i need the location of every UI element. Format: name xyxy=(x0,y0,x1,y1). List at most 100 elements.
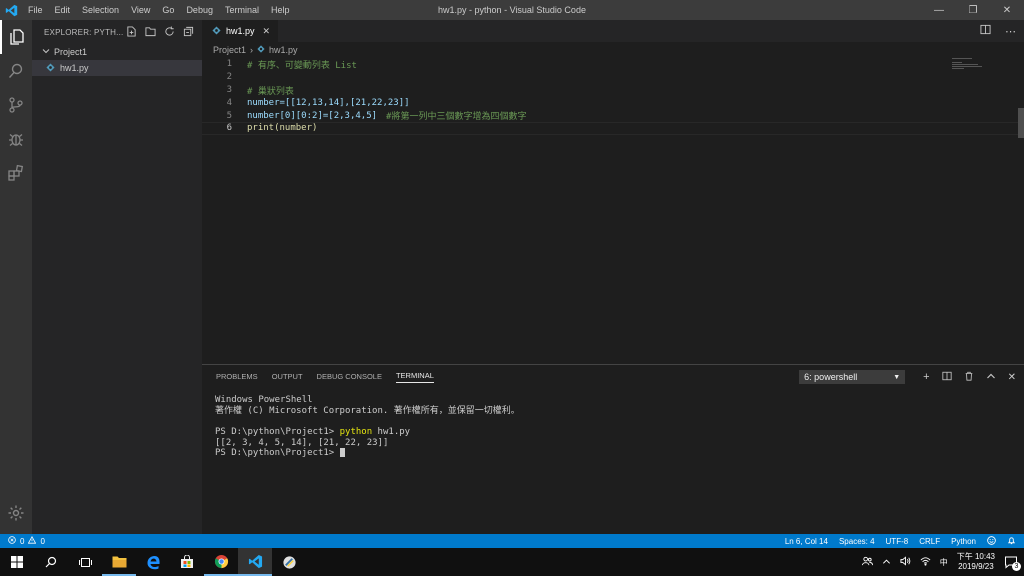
search-icon[interactable] xyxy=(0,54,32,88)
tab-terminal[interactable]: TERMINAL xyxy=(395,371,434,383)
menu-view[interactable]: View xyxy=(125,0,156,20)
file-explorer-icon[interactable] xyxy=(102,548,136,576)
editor-area: hw1.py ✕ ⋯ Project1 › hw1.py 1 # 有序、可變動列… xyxy=(202,20,1024,364)
search-icon[interactable] xyxy=(34,548,68,576)
windows-start-icon[interactable] xyxy=(0,548,34,576)
menu-selection[interactable]: Selection xyxy=(76,0,125,20)
notification-center-icon[interactable]: 3 xyxy=(1004,555,1021,571)
terminal-prompt: PS D:\python\Project1> xyxy=(215,427,340,438)
line-text: number=[[12,13,14],[21,22,23]] xyxy=(247,97,410,108)
line-text: # 巢狀列表 xyxy=(247,86,294,97)
line-endings[interactable]: CRLF xyxy=(919,537,940,546)
python-file-icon xyxy=(257,45,265,55)
terminal[interactable]: Windows PowerShell 著作權 (C) Microsoft Cor… xyxy=(215,395,520,459)
breadcrumb: Project1 › hw1.py xyxy=(202,42,1024,58)
code-line: 2 xyxy=(202,71,1024,84)
close-button[interactable]: ✕ xyxy=(990,0,1024,20)
terminal-line: [[2, 3, 4, 5, 14], [21, 22, 23]] xyxy=(215,437,389,448)
menu-debug[interactable]: Debug xyxy=(180,0,219,20)
folder-project1[interactable]: Project1 xyxy=(32,44,202,60)
chevron-up-icon[interactable] xyxy=(882,557,891,568)
tab-hw1-py[interactable]: hw1.py ✕ xyxy=(202,20,278,42)
line-text: print(number) xyxy=(247,123,318,134)
vscode-taskbar-icon[interactable] xyxy=(238,548,272,576)
new-file-icon[interactable] xyxy=(126,25,137,39)
code-editor[interactable]: 1 # 有序、可變動列表 List 2 3 # 巢狀列表 4 number=[[… xyxy=(202,58,1024,135)
plus-icon[interactable]: + xyxy=(923,371,929,383)
explorer-title: EXPLORER: PYTH... xyxy=(44,27,124,37)
new-folder-icon[interactable] xyxy=(145,26,156,39)
warning-count: 0 xyxy=(40,536,45,546)
menu-terminal[interactable]: Terminal xyxy=(219,0,265,20)
close-tab-icon[interactable]: ✕ xyxy=(262,26,270,37)
split-terminal-icon[interactable] xyxy=(942,371,952,384)
volume-icon[interactable] xyxy=(900,556,911,568)
code-line: 5 number[0][0:2]=[2,3,4,5] #將第一列中三個數字增為四… xyxy=(202,109,1024,123)
tab-problems[interactable]: PROBLEMS xyxy=(216,372,258,383)
vscode-logo-icon xyxy=(0,0,22,20)
editor-tabs: hw1.py ✕ ⋯ xyxy=(202,20,1024,42)
terminal-line: PS D:\python\Project1> python hw1.py xyxy=(215,427,520,438)
ime-indicator[interactable]: 中 xyxy=(940,557,948,568)
chevron-down-icon: ▼ xyxy=(893,373,901,381)
chrome-icon[interactable] xyxy=(204,548,238,576)
restore-button[interactable]: ❐ xyxy=(956,0,990,20)
extensions-icon[interactable] xyxy=(0,156,32,190)
code-line: 3 # 巢狀列表 xyxy=(202,84,1024,97)
menu-help[interactable]: Help xyxy=(265,0,296,20)
minimap[interactable] xyxy=(952,58,982,69)
indentation[interactable]: Spaces: 4 xyxy=(839,537,875,546)
terminal-cursor xyxy=(339,448,345,458)
more-actions-icon[interactable]: ⋯ xyxy=(1005,25,1016,38)
breadcrumb-folder[interactable]: Project1 xyxy=(213,45,246,55)
chevron-up-icon[interactable] xyxy=(986,371,996,384)
terminal-select-value: 6: powershell xyxy=(804,372,858,382)
folder-label: Project1 xyxy=(54,47,88,57)
minimize-button[interactable]: — xyxy=(922,0,956,20)
debug-icon[interactable] xyxy=(0,122,32,156)
menu-file[interactable]: File xyxy=(22,0,49,20)
people-icon[interactable] xyxy=(861,556,873,568)
clock-date: 2019/9/23 xyxy=(958,562,994,571)
clock[interactable]: 下午 10:43 2019/9/23 xyxy=(957,552,995,572)
explorer-icon[interactable] xyxy=(0,20,32,54)
collapse-all-icon[interactable] xyxy=(183,26,194,39)
notification-count: 3 xyxy=(1012,562,1021,571)
clock-time: 下午 10:43 xyxy=(956,552,995,561)
status-bar: 0 0 Ln 6, Col 14 Spaces: 4 UTF-8 CRLF Py… xyxy=(0,534,1024,548)
problems-status[interactable]: 0 0 xyxy=(0,535,45,546)
menu-bar: File Edit Selection View Go Debug Termin… xyxy=(22,0,296,20)
terminal-select[interactable]: 6: powershell ▼ xyxy=(799,370,906,384)
cursor-position[interactable]: Ln 6, Col 14 xyxy=(785,537,828,546)
code-line-current: 6 print(number) xyxy=(202,121,1024,135)
terminal-line: 著作權 (C) Microsoft Corporation. 著作權所有，並保留… xyxy=(215,405,520,416)
close-icon[interactable]: ✕ xyxy=(1008,372,1016,383)
language-mode[interactable]: Python xyxy=(951,537,976,546)
tab-output[interactable]: OUTPUT xyxy=(272,372,303,383)
editor-scrollbar[interactable] xyxy=(1018,108,1024,138)
panel-actions: 6: powershell ▼ + ✕ xyxy=(799,369,1016,385)
breadcrumb-file[interactable]: hw1.py xyxy=(269,45,298,55)
file-hw1-py[interactable]: hw1.py xyxy=(32,60,202,76)
feedback-smiley-icon[interactable] xyxy=(987,535,996,547)
menu-edit[interactable]: Edit xyxy=(49,0,77,20)
trash-icon[interactable] xyxy=(964,371,974,384)
terminal-args: hw1.py xyxy=(372,427,411,438)
code-line: 4 number=[[12,13,14],[21,22,23]] xyxy=(202,96,1024,109)
menu-go[interactable]: Go xyxy=(156,0,180,20)
python-file-icon xyxy=(212,25,221,37)
split-editor-icon[interactable] xyxy=(980,24,991,38)
gear-icon[interactable] xyxy=(0,496,32,530)
encoding[interactable]: UTF-8 xyxy=(886,537,909,546)
source-control-icon[interactable] xyxy=(0,88,32,122)
python-idle-icon[interactable] xyxy=(272,548,306,576)
wifi-icon[interactable] xyxy=(920,556,931,568)
bell-icon[interactable] xyxy=(1007,536,1016,547)
tab-debug-console[interactable]: DEBUG CONSOLE xyxy=(317,372,382,383)
store-icon[interactable] xyxy=(170,548,204,576)
task-view-icon[interactable] xyxy=(68,548,102,576)
chevron-down-icon xyxy=(42,47,50,57)
refresh-icon[interactable] xyxy=(164,25,175,39)
edge-icon[interactable] xyxy=(136,548,170,576)
error-count: 0 xyxy=(20,536,25,546)
